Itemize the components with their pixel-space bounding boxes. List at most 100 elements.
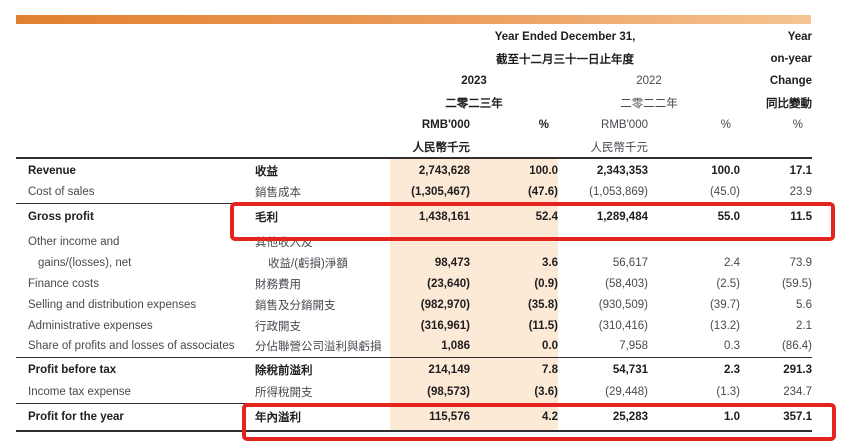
yoy-value: 73.9 bbox=[740, 252, 812, 273]
value-2023: 1,438,161 bbox=[390, 203, 470, 231]
table-row: Profit before tax除稅前溢利214,1497.854,7312.… bbox=[16, 357, 812, 382]
table-row: Profit for the year年內溢利115,5764.225,2831… bbox=[16, 403, 812, 431]
row-label-en: Revenue bbox=[16, 158, 255, 182]
yoy-value: 11.5 bbox=[740, 203, 812, 231]
row-label-en: Profit for the year bbox=[16, 403, 255, 431]
col-header-2022: 2022 bbox=[558, 70, 740, 92]
pct-2023: (35.8) bbox=[470, 294, 558, 315]
value-2023: 115,576 bbox=[390, 403, 470, 431]
pct-2022: 1.0 bbox=[648, 403, 740, 431]
period-header-en: Year Ended December 31, bbox=[390, 26, 740, 48]
row-label-zh: 行政開支 bbox=[255, 315, 390, 336]
yoy-value: 5.6 bbox=[740, 294, 812, 315]
value-2022: (310,416) bbox=[558, 315, 648, 336]
table-row: Share of profits and losses of associate… bbox=[16, 336, 812, 357]
row-label-zh: 收益/(虧損)淨額 bbox=[255, 252, 390, 273]
pct-2023: (47.6) bbox=[470, 182, 558, 203]
row-label-zh: 年內溢利 bbox=[255, 403, 390, 431]
yoy-header-line1: Year bbox=[740, 26, 812, 48]
pct-2023: 4.2 bbox=[470, 403, 558, 431]
row-label-zh: 收益 bbox=[255, 158, 390, 182]
row-label-en: Selling and distribution expenses bbox=[16, 294, 255, 315]
unit-header-2023: RMB'000 bbox=[390, 114, 470, 136]
unit-zh-header-2023: 人民幣千元 bbox=[390, 136, 470, 158]
row-label-zh: 分佔聯營公司溢利與虧損 bbox=[255, 336, 390, 357]
value-2023: (98,573) bbox=[390, 382, 470, 403]
unit-header-2022: RMB'000 bbox=[558, 114, 648, 136]
row-label-zh: 銷售及分銷開支 bbox=[255, 294, 390, 315]
value-2023: 98,473 bbox=[390, 252, 470, 273]
value-2022: 54,731 bbox=[558, 357, 648, 382]
row-label-en: Income tax expense bbox=[16, 382, 255, 403]
value-2023 bbox=[390, 231, 470, 252]
table-header: Year Ended December 31, Year 截至十二月三十一日止年… bbox=[16, 26, 812, 158]
row-label-en: gains/(losses), net bbox=[16, 252, 255, 273]
pct-2022 bbox=[648, 231, 740, 252]
table-row: Gross profit毛利1,438,16152.41,289,48455.0… bbox=[16, 203, 812, 231]
pct-2022: (13.2) bbox=[648, 315, 740, 336]
value-2023: (316,961) bbox=[390, 315, 470, 336]
row-label-en: Finance costs bbox=[16, 273, 255, 294]
yoy-header-zh: 同比變動 bbox=[740, 92, 812, 114]
row-label-zh: 銷售成本 bbox=[255, 182, 390, 203]
pct-2023: 3.6 bbox=[470, 252, 558, 273]
value-2022: 25,283 bbox=[558, 403, 648, 431]
value-2023: 214,149 bbox=[390, 357, 470, 382]
pct-2022: 0.3 bbox=[648, 336, 740, 357]
pct-2022: 100.0 bbox=[648, 158, 740, 182]
unit-zh-header-2022: 人民幣千元 bbox=[558, 136, 648, 158]
pct-2022: (2.5) bbox=[648, 273, 740, 294]
yoy-value: 234.7 bbox=[740, 382, 812, 403]
yoy-value: 2.1 bbox=[740, 315, 812, 336]
row-label-zh: 除稅前溢利 bbox=[255, 357, 390, 382]
table-row: Cost of sales銷售成本(1,305,467)(47.6)(1,053… bbox=[16, 182, 812, 203]
value-2022: (1,053,869) bbox=[558, 182, 648, 203]
value-2023: (1,305,467) bbox=[390, 182, 470, 203]
pct-2022: (45.0) bbox=[648, 182, 740, 203]
row-label-zh: 所得稅開支 bbox=[255, 382, 390, 403]
pct-2023: 7.8 bbox=[470, 357, 558, 382]
yoy-value: (59.5) bbox=[740, 273, 812, 294]
row-label-en: Administrative expenses bbox=[16, 315, 255, 336]
pct-2023 bbox=[470, 231, 558, 252]
value-2023: (23,640) bbox=[390, 273, 470, 294]
pct-2022: (1.3) bbox=[648, 382, 740, 403]
table-row: Selling and distribution expenses銷售及分銷開支… bbox=[16, 294, 812, 315]
value-2022: (930,509) bbox=[558, 294, 648, 315]
income-statement: Year Ended December 31, Year 截至十二月三十一日止年… bbox=[16, 26, 812, 432]
table-row: Revenue收益2,743,628100.02,343,353100.017.… bbox=[16, 158, 812, 182]
pct-2022: (39.7) bbox=[648, 294, 740, 315]
pct-header-2023: % bbox=[470, 114, 558, 136]
table-row: Other income and其他收入及 bbox=[16, 231, 812, 252]
pct-2023: (3.6) bbox=[470, 382, 558, 403]
value-2022: 56,617 bbox=[558, 252, 648, 273]
pct-header-2022: % bbox=[648, 114, 740, 136]
value-2022: (29,448) bbox=[558, 382, 648, 403]
yoy-value: 357.1 bbox=[740, 403, 812, 431]
yoy-value: 23.9 bbox=[740, 182, 812, 203]
value-2022: 7,958 bbox=[558, 336, 648, 357]
top-accent-bar bbox=[16, 15, 811, 24]
table-row: Administrative expenses行政開支(316,961)(11.… bbox=[16, 315, 812, 336]
col-header-2023-zh: 二零二三年 bbox=[390, 92, 558, 114]
row-label-en: Cost of sales bbox=[16, 182, 255, 203]
table-row: gains/(losses), net收益/(虧損)淨額98,4733.656,… bbox=[16, 252, 812, 273]
value-2022: 1,289,484 bbox=[558, 203, 648, 231]
pct-2022: 2.4 bbox=[648, 252, 740, 273]
value-2022: (58,403) bbox=[558, 273, 648, 294]
pct-2023: 0.0 bbox=[470, 336, 558, 357]
row-label-en: Share of profits and losses of associate… bbox=[16, 336, 255, 357]
row-label-zh: 其他收入及 bbox=[255, 231, 390, 252]
value-2022 bbox=[558, 231, 648, 252]
pct-2023: (0.9) bbox=[470, 273, 558, 294]
pct-2022: 55.0 bbox=[648, 203, 740, 231]
yoy-header-line2: on-year bbox=[740, 48, 812, 70]
value-2023: (982,970) bbox=[390, 294, 470, 315]
financial-table: Year Ended December 31, Year 截至十二月三十一日止年… bbox=[16, 26, 812, 432]
row-label-en: Other income and bbox=[16, 231, 255, 252]
yoy-value: 291.3 bbox=[740, 357, 812, 382]
col-header-2023: 2023 bbox=[390, 70, 558, 92]
period-header-zh: 截至十二月三十一日止年度 bbox=[390, 48, 740, 70]
pct-2022: 2.3 bbox=[648, 357, 740, 382]
value-2023: 2,743,628 bbox=[390, 158, 470, 182]
